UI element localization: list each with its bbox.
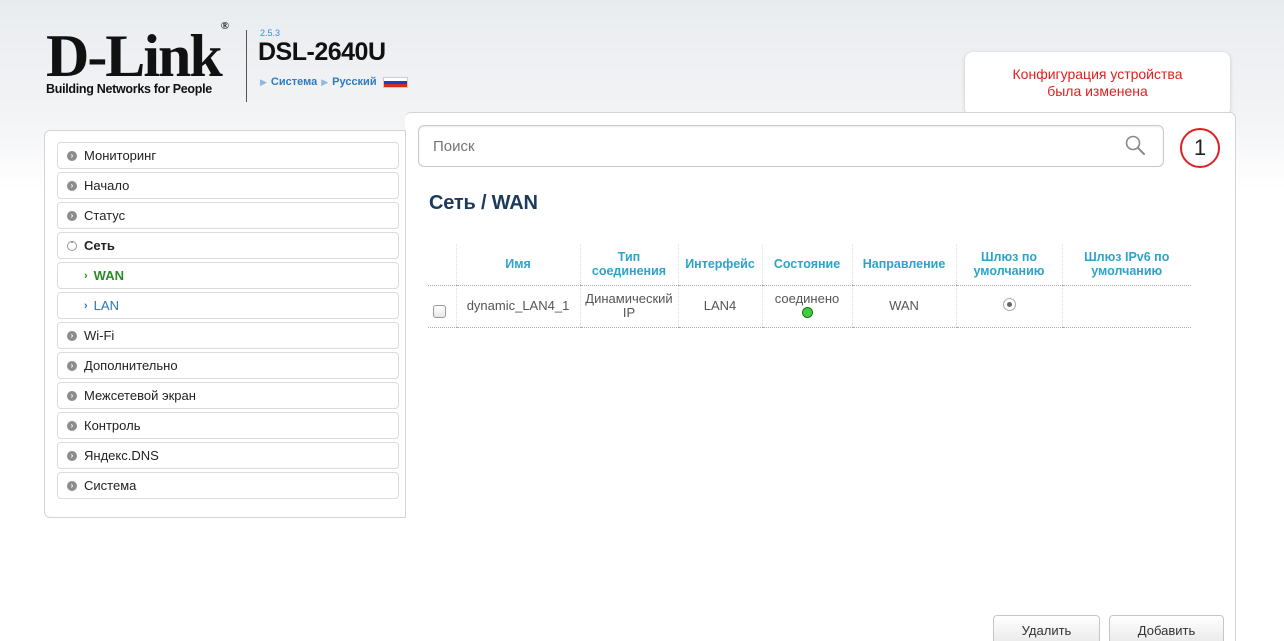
chevron-down-icon: ˇ [67, 240, 77, 251]
search-icon[interactable] [1124, 134, 1146, 156]
sidebar-item-label: Wi-Fi [84, 328, 115, 343]
chevron-right-icon: › [84, 299, 88, 312]
logo-tagline: Building Networks for People [46, 82, 212, 96]
breadcrumb-language[interactable]: Русский [332, 76, 376, 88]
state-text: соединено [774, 290, 840, 306]
firmware-version: 2.5.3 [260, 28, 281, 38]
sidebar-subitem-label: LAN [93, 298, 119, 313]
sidebar-item-network[interactable]: ˇ Сеть [57, 232, 399, 259]
column-header-name[interactable]: Имя [455, 244, 580, 286]
row-select-cell [428, 285, 456, 328]
cell-type: Динамический IP [579, 285, 678, 328]
breadcrumb: ▶ Система ▶ Русский [260, 76, 408, 88]
sidebar-subitem-label: WAN [93, 268, 125, 283]
logo-text: D-Link [46, 23, 223, 89]
chevron-right-icon: › [67, 330, 77, 341]
dlink-logo: D-Link® Building Networks for People [46, 20, 236, 96]
sidebar-item-wifi[interactable]: › Wi-Fi [57, 322, 399, 349]
triangle-right-icon: ▶ [321, 76, 329, 87]
sidebar-item-monitoring[interactable]: › Мониторинг [57, 142, 399, 169]
sidebar-item-start[interactable]: › Начало [57, 172, 399, 199]
select-column-header [428, 244, 456, 286]
table-header-row: Имя Тип соединения Интерфейс Состояние Н… [428, 244, 1191, 286]
chevron-right-icon: › [67, 150, 77, 161]
chevron-right-icon: › [67, 390, 77, 401]
cell-interface: LAN4 [677, 285, 762, 328]
notification-line-2: была изменена [1047, 83, 1148, 99]
triangle-right-icon: ▶ [260, 76, 267, 87]
column-header-direction[interactable]: Направление [851, 244, 956, 286]
row-checkbox[interactable] [433, 305, 446, 319]
sidebar-item-label: Система [84, 478, 137, 493]
chevron-right-icon: › [67, 420, 77, 431]
sidebar-menu: › Мониторинг › Начало › Статус ˇ Сеть › WAN ›… [44, 130, 406, 518]
sidebar-item-yandex-dns[interactable]: › Яндекс.DNS [57, 442, 399, 469]
sidebar-item-label: Контроль [84, 418, 141, 433]
chevron-right-icon: › [67, 480, 77, 491]
column-header-type[interactable]: Тип соединения [579, 244, 678, 286]
search-input[interactable] [418, 125, 1164, 167]
sidebar-item-advanced[interactable]: › Дополнительно [57, 352, 399, 379]
sidebar-item-label: Начало [84, 178, 130, 193]
chevron-right-icon: › [67, 450, 77, 461]
cell-default-gateway-ipv6 [1061, 285, 1191, 328]
notification-line-1: Конфигурация устройства [1012, 66, 1183, 82]
chevron-right-icon: › [84, 269, 88, 282]
cell-state: соединено [761, 285, 852, 328]
config-changed-notification[interactable]: Конфигурация устройства была изменена [965, 52, 1230, 116]
chevron-right-icon: › [67, 180, 77, 191]
breadcrumb-system[interactable]: Система [271, 76, 317, 88]
column-header-default-gateway-ipv6[interactable]: Шлюз IPv6 по умолчанию [1061, 244, 1191, 286]
sidebar-item-label: Мониторинг [84, 148, 157, 163]
sidebar-subitem-wan[interactable]: › WAN [57, 262, 399, 289]
sidebar-subitem-lan[interactable]: › LAN [57, 292, 399, 319]
sidebar-item-label: Сеть [84, 238, 115, 253]
sidebar-item-label: Яндекс.DNS [84, 448, 159, 463]
chevron-right-icon: › [67, 210, 77, 221]
cell-direction: WAN [851, 285, 956, 328]
sidebar-item-label: Межсетевой экран [84, 388, 196, 403]
sidebar-item-status[interactable]: › Статус [57, 202, 399, 229]
column-header-state[interactable]: Состояние [761, 244, 852, 286]
sidebar-item-system[interactable]: › Система [57, 472, 399, 499]
chevron-right-icon: › [67, 360, 77, 371]
table-row[interactable]: dynamic_LAN4_1 Динамический IP LAN4 соед… [428, 285, 1191, 328]
page-title: Сеть / WAN [429, 192, 538, 214]
sidebar-item-label: Дополнительно [84, 358, 178, 373]
delete-button[interactable]: Удалить [993, 615, 1100, 641]
header-divider [246, 30, 247, 102]
notification-count-badge[interactable]: 1 [1180, 128, 1220, 168]
default-gateway-radio[interactable] [1002, 298, 1016, 311]
sidebar-item-firewall[interactable]: › Межсетевой экран [57, 382, 399, 409]
wan-connections-table: Имя Тип соединения Интерфейс Состояние Н… [428, 244, 1191, 328]
column-header-interface[interactable]: Интерфейс [677, 244, 762, 286]
column-header-default-gateway[interactable]: Шлюз по умолчанию [955, 244, 1062, 286]
connected-status-icon [801, 306, 813, 318]
sidebar-item-control[interactable]: › Контроль [57, 412, 399, 439]
device-model: DSL-2640U [258, 38, 386, 66]
russian-flag-icon[interactable] [382, 76, 408, 88]
cell-name: dynamic_LAN4_1 [455, 285, 580, 328]
sidebar-item-label: Статус [84, 208, 126, 223]
cell-default-gateway [955, 285, 1062, 328]
add-button[interactable]: Добавить [1109, 615, 1224, 641]
